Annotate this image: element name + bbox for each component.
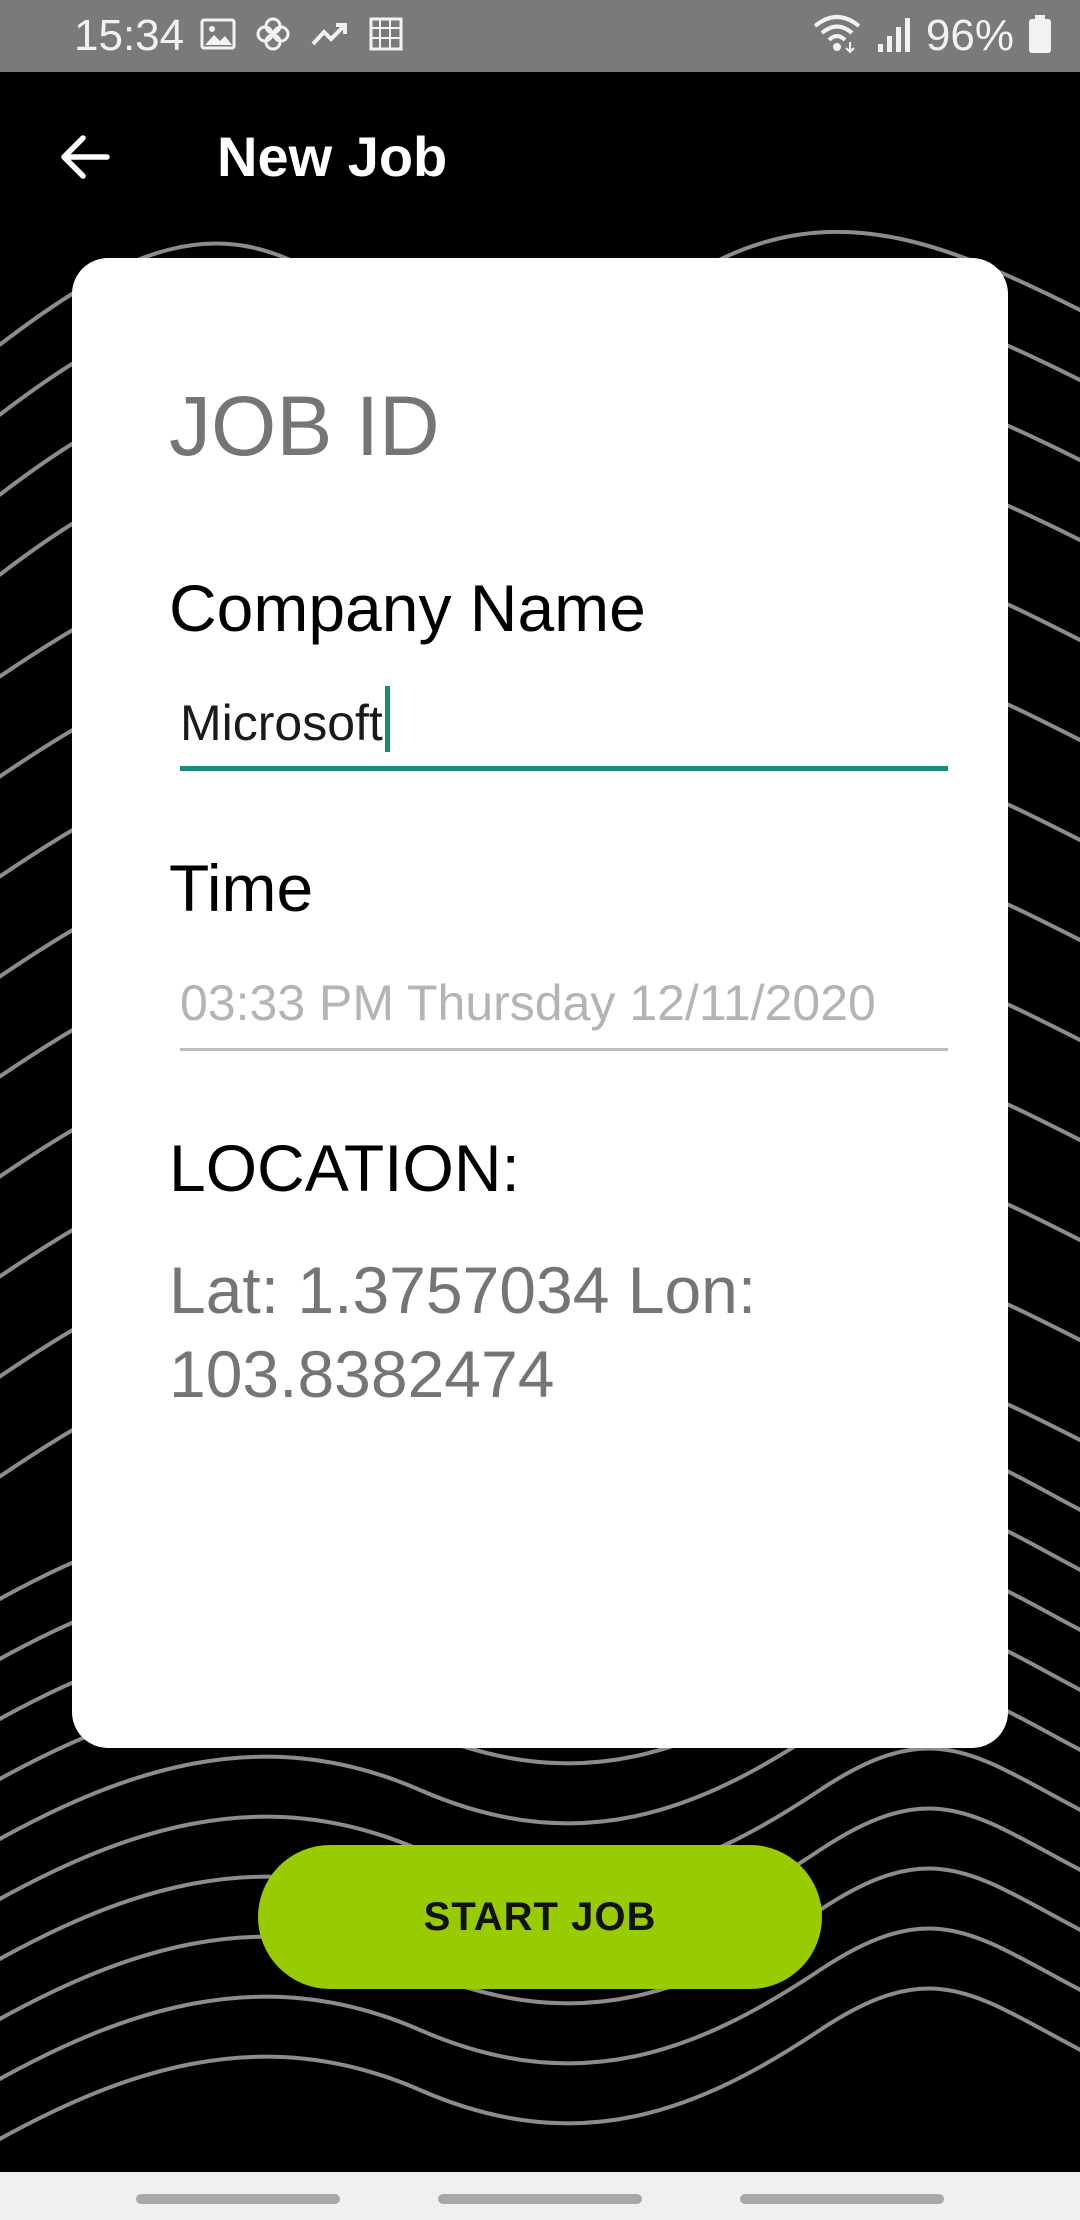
page-title: New Job <box>217 125 448 188</box>
pinwheel-icon <box>254 15 292 58</box>
start-job-label: START JOB <box>423 1894 657 1939</box>
back-button[interactable] <box>40 112 130 202</box>
time-value: 03:33 PM Thursday 12/11/2020 <box>180 975 876 1031</box>
image-icon <box>200 16 236 57</box>
nav-home-button[interactable] <box>438 2194 642 2204</box>
nav-recents-button[interactable] <box>136 2194 340 2204</box>
signal-icon <box>876 14 912 59</box>
company-name-value: Microsoft <box>180 695 383 751</box>
status-icons-left <box>200 14 404 58</box>
new-job-screen: 15:34 96% New Job JOB ID Company Name Mi… <box>0 0 1080 2220</box>
battery-percent: 96% <box>925 11 1014 60</box>
status-bar: 15:34 96% <box>0 0 1080 72</box>
nav-back-button[interactable] <box>740 2194 944 2204</box>
app-bar: New Job <box>0 72 1080 242</box>
status-time: 15:34 <box>74 11 185 60</box>
navigation-bar <box>0 2172 1080 2220</box>
location-label: LOCATION: <box>169 1131 520 1205</box>
time-input[interactable]: 03:33 PM Thursday 12/11/2020 <box>180 968 948 1051</box>
wifi-icon <box>812 14 862 59</box>
start-job-button[interactable]: START JOB <box>258 1845 822 1989</box>
trending-icon <box>310 16 350 57</box>
company-name-input[interactable]: Microsoft <box>180 686 948 771</box>
job-id-title: JOB ID <box>169 379 440 473</box>
location-value: Lat: 1.3757034 Lon: 103.8382474 <box>169 1253 757 1411</box>
time-label: Time <box>169 851 314 925</box>
job-card: JOB ID Company Name Microsoft Time 03:33… <box>72 258 1008 1748</box>
screenshot-icon <box>368 16 404 57</box>
battery-icon <box>1028 14 1052 59</box>
company-name-label: Company Name <box>169 571 646 645</box>
status-icons-right: 96% <box>812 10 1052 62</box>
text-cursor <box>384 686 390 752</box>
arrow-back-icon <box>61 135 110 179</box>
